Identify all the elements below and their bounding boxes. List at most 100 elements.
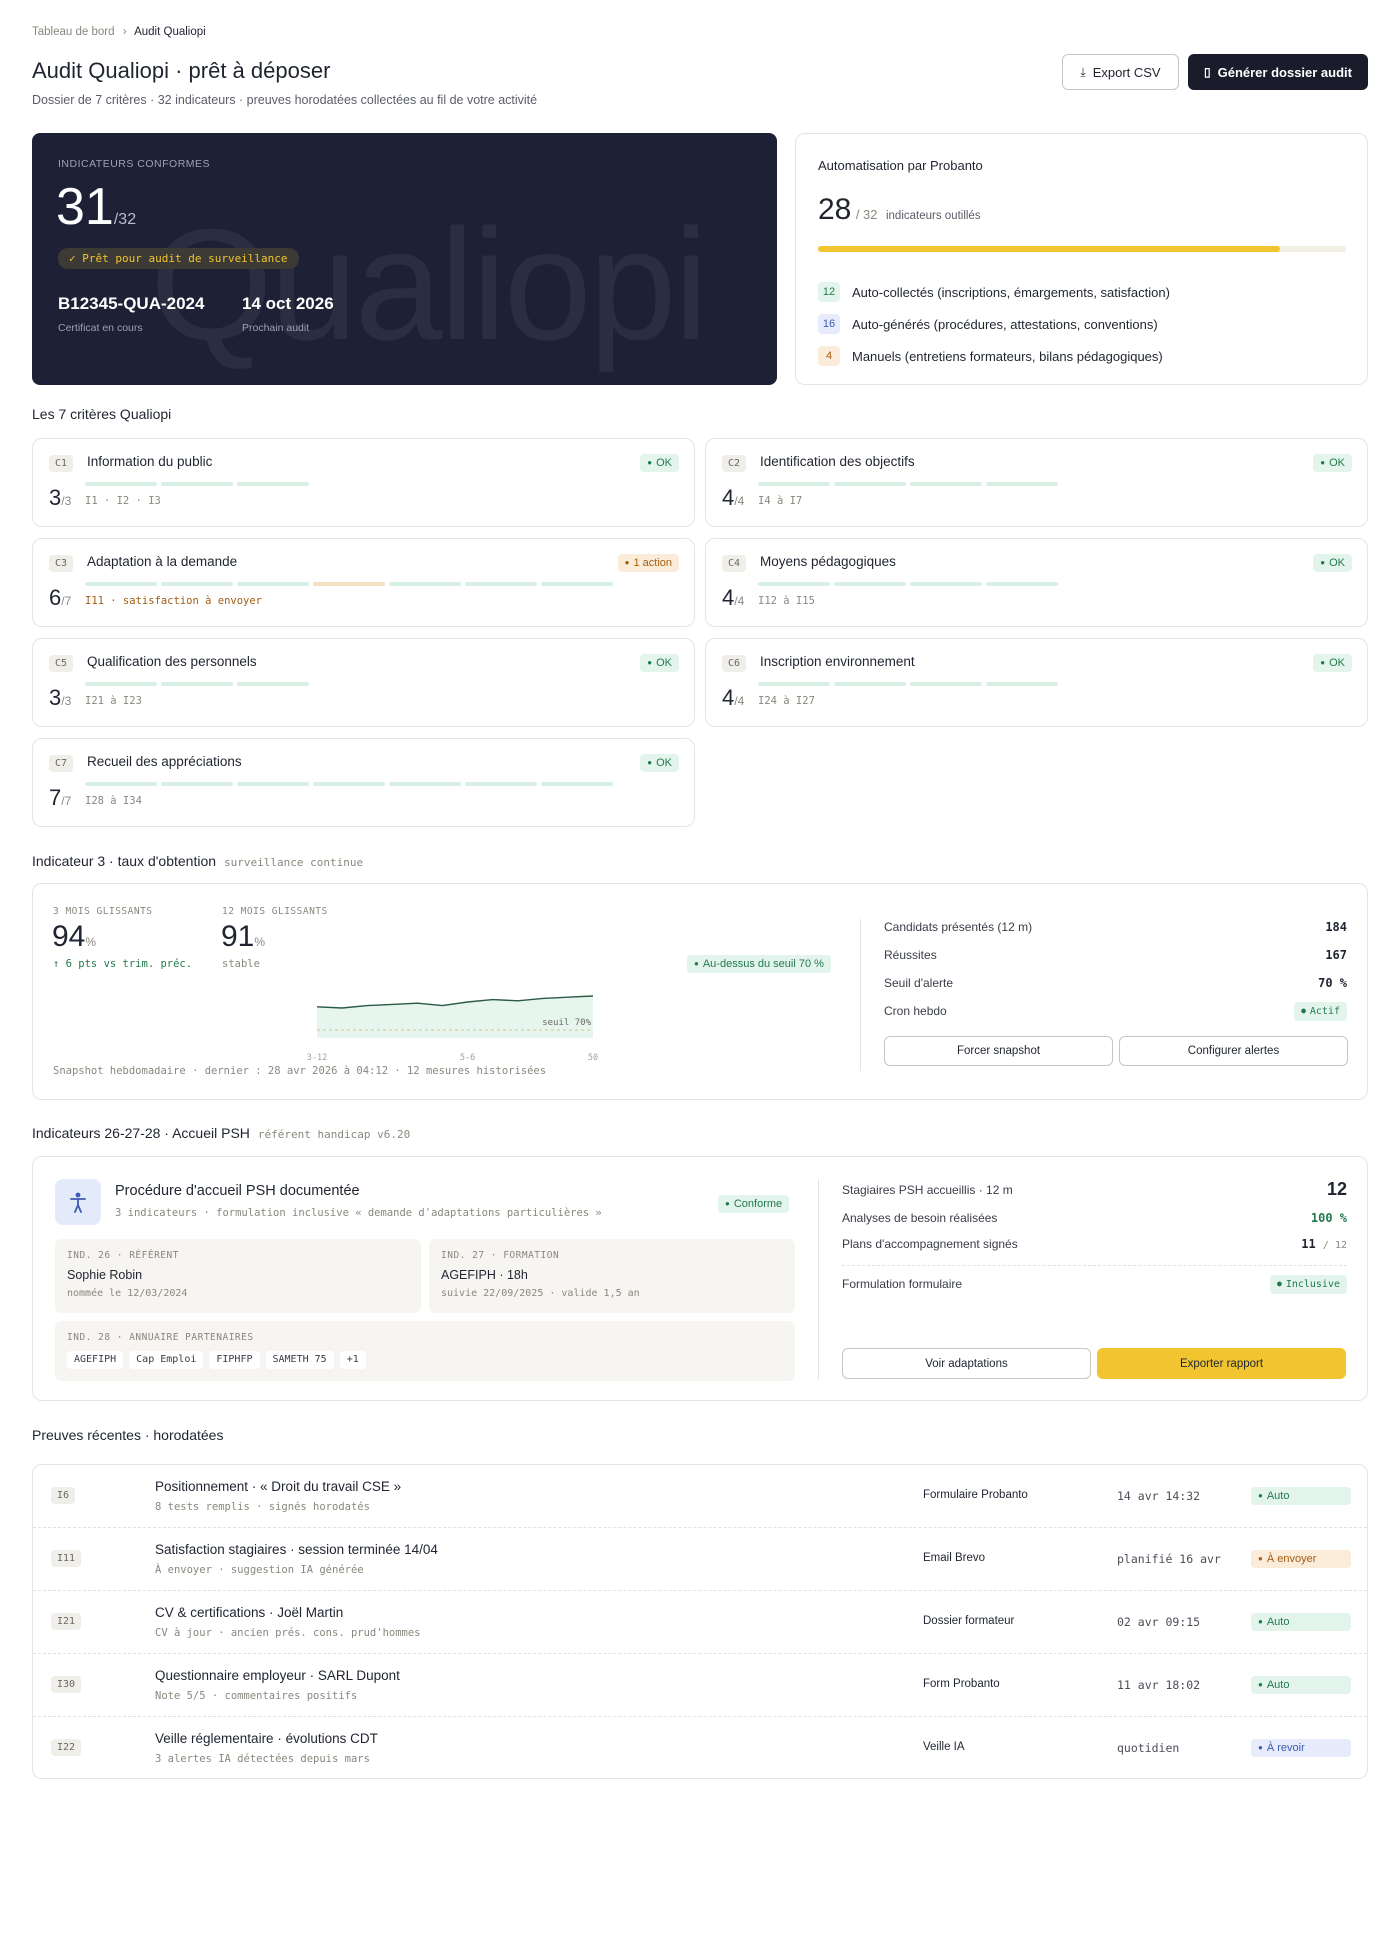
proof-status: Auto [1251,1487,1351,1505]
criterion-card-c2[interactable]: C2 Identification des objectifs OK 4/4 I4 à … [705,438,1368,527]
psh-stats: Stagiaires PSH accueillis · 12 m 12 Analy… [842,1179,1347,1313]
ind3-cron-status-wrap: Actif [1294,1002,1347,1021]
ind3-3m-unit: % [85,935,97,949]
criterion-score-value: 3 [49,685,62,710]
ind3-12m-note: stable [222,958,260,970]
criterion-card-c5[interactable]: C5 Qualification des personnels OK 3/3 I21 à… [32,638,695,727]
ind3-stat-row: Candidats présentés (12 m) 184 [884,920,1347,934]
criterion-card-c4[interactable]: C4 Moyens pédagogiques OK 4/4 I12 à I15 [705,538,1368,627]
criterion-indicators: I1 · I2 · I3 [85,495,161,507]
proof-status-text: À revoir [1251,1739,1351,1757]
criterion-progress-segment [161,582,233,586]
accessibility-icon [55,1179,101,1225]
proof-row[interactable]: I6 Positionnement · « Droit du travail CS… [33,1465,1367,1528]
criterion-score: 3/3 [49,485,71,511]
next-audit-label: Prochain audit [242,322,310,334]
criterion-code: C4 [722,555,747,572]
automation-item: 4 Manuels (entretiens formateurs, bilans… [818,340,1170,372]
criterion-progress-segment [237,482,309,486]
ind3-x-tick-label: 50 [588,1053,598,1063]
see-adaptations-button[interactable]: Voir adaptations [842,1348,1091,1379]
force-snapshot-button[interactable]: Forcer snapshot [884,1036,1113,1066]
criterion-indicators: I4 à I7 [758,495,803,507]
criterion-status-text: OK [1313,554,1352,572]
breadcrumb-root[interactable]: Tableau de bord [32,26,114,38]
criterion-score: 4/4 [722,685,744,711]
criterion-card-c6[interactable]: C6 Inscription environnement OK 4/4 I24 à I2… [705,638,1368,727]
psh-stat-value: 11 [1301,1237,1316,1251]
criterion-progress-segment [541,782,613,786]
ind27-box: IND. 27 · FORMATION AGEFIPH · 18h suivie… [429,1239,795,1313]
criterion-card-c7[interactable]: C7 Recueil des appréciations OK 7/7 I28 à I3… [32,738,695,827]
criteria-section-title: Les 7 critères Qualiopi [32,406,172,422]
ind26-box: IND. 26 · RÉFÉRENT Sophie Robin nommée l… [55,1239,421,1313]
proof-row[interactable]: I11 Satisfaction stagiaires · session ter… [33,1528,1367,1591]
criterion-status-text: OK [1313,454,1352,472]
automation-progress-track [818,246,1346,252]
export-csv-button[interactable]: ⤓ Export CSV [1062,54,1179,90]
export-report-label: Exporter rapport [1179,1357,1264,1370]
psh-divider [818,1179,819,1379]
configure-alerts-button[interactable]: Configurer alertes [1119,1036,1348,1066]
proof-row[interactable]: I30 Questionnaire employeur · SARL Dupont… [33,1654,1367,1717]
automation-item-count: 4 [818,346,840,366]
criterion-code: C3 [49,555,74,572]
partner-more-tag[interactable]: +1 [339,1351,366,1369]
criterion-score: 6/7 [49,585,71,611]
criterion-score-value: 4 [722,585,735,610]
ind3-12m-unit: % [254,935,266,949]
psh-stat-row: Analyses de besoin réalisées 100 % [842,1211,1347,1225]
psh-title: Indicateurs 26-27-28 · Accueil PSH [32,1125,250,1141]
automation-item-label: Manuels (entretiens formateurs, bilans p… [852,348,1163,364]
criterion-card-c3[interactable]: C3 Adaptation à la demande 1 action 6/7 I11 … [32,538,695,627]
ind3-divider [860,919,861,1071]
psh-form-status: Inclusive [1269,1275,1347,1294]
psh-subtitle: référent handicap v6.20 [257,1128,411,1141]
generate-audit-button[interactable]: ▯ Générer dossier audit [1188,54,1368,90]
automation-title: Automatisation par Probanto [818,158,983,173]
criterion-score: 3/3 [49,685,71,711]
proof-time: 11 avr 18:02 [1117,1678,1201,1692]
proof-source: Dossier formateur [923,1615,1015,1627]
criterion-progress-segment [161,782,233,786]
criterion-status: 1 action [617,553,679,572]
criterion-indicators: I28 à I34 [85,795,142,807]
criterion-status: OK [640,653,679,672]
criterion-card-c1[interactable]: C1 Information du public OK 3/3 I1 · I2 · I3 [32,438,695,527]
certificate-value: B12345-QUA-2024 [58,294,205,313]
proof-status: À envoyer [1251,1550,1351,1568]
proof-status: À revoir [1251,1739,1351,1757]
psh-section-title: Indicateurs 26-27-28 · Accueil PSH référe… [32,1125,410,1141]
automation-count-total: / 32 [855,207,878,222]
automation-item-label: Auto-collectés (inscriptions, émargement… [852,284,1170,300]
ind3-x-tick-label: 3-12 [307,1053,327,1063]
criterion-progress-segment [85,682,157,686]
hero-count-total: /32 [113,211,137,228]
generate-audit-label: Générer dossier audit [1217,64,1352,80]
criterion-progress [758,582,1058,586]
page-subtitle: Dossier de 7 critères · 32 indicateurs ·… [32,93,538,107]
proof-source: Form Probanto [923,1678,1000,1690]
criterion-progress [85,582,613,586]
export-report-button[interactable]: Exporter rapport [1097,1348,1346,1379]
psh-form-status-wrap: Inclusive [1269,1275,1347,1294]
ind28-label: IND. 28 · ANNUAIRE PARTENAIRES [67,1332,254,1343]
criterion-progress-segment [465,582,537,586]
psh-stat-row: Plans d'accompagnement signés 11 / 12 [842,1237,1347,1251]
criterion-progress-segment [389,582,461,586]
criterion-indicators: I12 à I15 [758,595,815,607]
ind3-stat-value: 70 % [1318,976,1347,990]
proof-row[interactable]: I21 CV & certifications · Joël Martin CV à… [33,1591,1367,1654]
proof-row[interactable]: I22 Veille réglementaire · évolutions CDT… [33,1717,1367,1778]
criterion-progress-segment [758,582,830,586]
ind3-threshold-badge: Au-dessus du seuil 70 % [687,954,831,973]
ind3-threshold-badge-text: Au-dessus du seuil 70 % [687,955,831,973]
criterion-status-text: OK [640,754,679,772]
criterion-score-total: /3 [61,494,72,508]
psh-stat-row: Stagiaires PSH accueillis · 12 m 12 [842,1179,1347,1199]
criterion-progress-segment [237,782,309,786]
criterion-progress [85,482,309,486]
ind3-area [317,996,593,1038]
ind26-sub: nommée le 12/03/2024 [67,1288,188,1299]
force-snapshot-label: Forcer snapshot [956,1045,1041,1057]
